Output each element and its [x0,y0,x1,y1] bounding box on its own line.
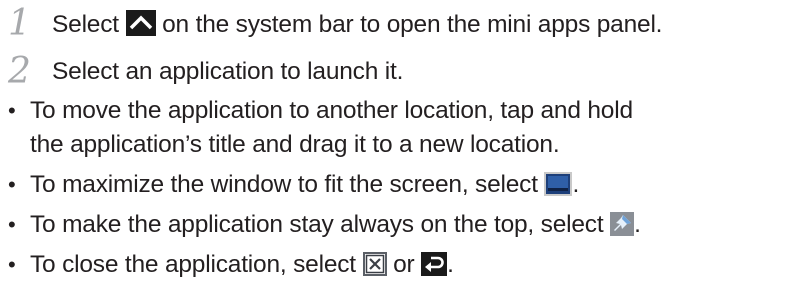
bullet-dot: • [8,212,16,237]
step-text-after: on the system bar to open the mini apps … [162,11,663,39]
step-number: 1 [8,3,31,44]
bullet-text: To make the application stay always on t… [30,211,604,238]
bullet-text-line2: the application’s title and drag it to a… [30,131,560,158]
bullet-end: . [572,171,580,198]
pin-icon [610,212,635,236]
bullet-text-line1: To move the application to another locat… [30,97,633,124]
step-text-before: Select [52,11,119,39]
bullet-end: . [447,251,454,278]
bullet-middle: or [393,251,415,278]
bullet-text: To close the application, select [30,251,356,278]
back-arrow-icon [421,252,448,276]
bullet-text: To maximize the window to fit the screen… [30,171,538,198]
step-text: Select an application to launch it. [52,57,404,85]
system-bar-up-arrow-icon [125,10,156,37]
step-1: 1 Select on the system bar to open the m… [0,6,662,42]
instruction-page: 1 Select on the system bar to open the m… [0,0,812,298]
bullet-end: . [634,211,641,238]
bullet-close-application: • To close the application, select or . [0,248,454,282]
bullet-move-application: • To move the application to another loca… [0,94,633,162]
bullet-stay-on-top: • To make the application stay always on … [0,208,641,242]
bullet-dot: • [8,252,16,277]
close-box-icon [362,252,387,276]
bullet-maximize-window: • To maximize the window to fit the scree… [0,168,579,202]
maximize-window-icon [544,172,573,196]
step-number: 2 [8,51,31,92]
bullet-dot: • [8,98,16,123]
step-text: Select on the system bar to open the min… [52,10,662,38]
step-2: 2 Select an application to launch it. [0,54,403,90]
bullet-dot: • [8,172,16,197]
